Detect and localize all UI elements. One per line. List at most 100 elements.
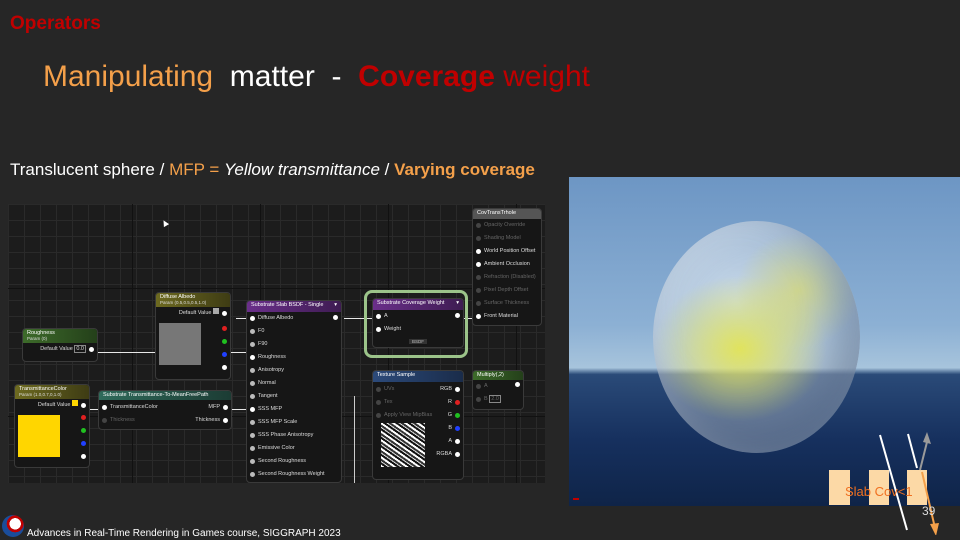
pin-world-position-offset[interactable]: World Position Offset [473,245,541,258]
pin-thickness-out[interactable]: Thickness [171,414,231,427]
node-header: Diffuse Albedo Param (0.5,0.5,0.5,1.0) [156,293,230,307]
arrowhead-orange [930,523,939,535]
pin-rgba[interactable]: RGBA [433,448,463,461]
pin-shading-model[interactable]: Shading Model [473,232,541,245]
node-slab-bsdf[interactable]: Substrate Slab BSDF - Single ▾ Diffuse A… [246,300,342,483]
title-dash: - [331,60,342,93]
node-coverage-weight[interactable]: Substrate Coverage Weight ▾ A Weight BSD… [372,298,464,348]
node-outputs: RGB R G B A RGBA [433,383,463,461]
node-header: Multiply(,2) [473,371,523,380]
pin-b[interactable]: B 2.0 [473,393,523,406]
pin-label: Default Value [37,402,71,408]
node-inputs: TransmittanceColor Thickness [99,401,169,427]
pin-normal[interactable]: Normal [247,377,341,390]
pin-f90[interactable]: F90 [247,338,341,351]
pin-tangent[interactable]: Tangent [247,390,341,403]
node-title: CovTransTrhole [477,210,517,216]
pin-sss-mfp[interactable]: SSS MFP [247,403,341,416]
value-field[interactable]: 2.0 [489,395,501,403]
grid-line [132,204,133,483]
pin-ambient-occlusion[interactable]: Ambient Occlusion [473,258,541,271]
pin-refraction[interactable]: Refraction (Disabled) [473,271,541,284]
mouse-cursor-icon [160,218,170,228]
pin-roughness[interactable]: Roughness [247,351,341,364]
title-word-manipulating: Manipulating [43,60,214,93]
pin-tex[interactable]: Tex [373,396,433,409]
output-pin[interactable] [515,382,520,387]
bsdf-tag: BSDF [409,339,428,344]
node-subtitle: Param (0) [27,336,48,341]
footer-text: Advances in Real-Time Rendering in Games… [27,528,341,539]
page-number: 39 [922,504,936,518]
pin-b[interactable] [78,437,89,450]
node-title: Substrate Slab BSDF - Single [251,302,324,308]
translucent-sphere [653,221,860,453]
grid-line [8,288,545,289]
pin-a[interactable]: A [433,435,463,448]
pin-r[interactable]: R [433,396,463,409]
node-material-output[interactable]: CovTransTrhole Opacity Override Shading … [472,208,542,326]
slab-coverage-label: Slab Cov<1 [845,484,913,499]
pin-surface-thickness[interactable]: Surface Thickness [473,297,541,310]
subtitle-part-a: Translucent sphere / [10,160,170,179]
node-title: Texture Sample [377,372,416,378]
color-swatch[interactable] [72,400,78,406]
pin-sss-mfp-scale[interactable]: SSS MFP Scale [247,416,341,429]
title-word-matter: matter [229,60,315,93]
pin-a[interactable] [78,450,89,463]
node-pin[interactable]: Default Value 0.0 [23,343,97,356]
pin-sss-phase-anisotropy[interactable]: SSS Phase Anisotropy [247,429,341,442]
pin-label: Default Value [178,310,212,316]
pin-mfp-out[interactable]: MFP [171,401,231,414]
node-header: Substrate Transmittance-To-MeanFreePath [99,391,231,400]
node-title: Substrate Coverage Weight [377,300,445,306]
color-swatch[interactable] [213,308,219,314]
pin-front-material[interactable]: Front Material [473,310,541,323]
node-header: TransmittanceColor Param (1.0,0.7,0,1.0) [15,385,89,399]
pin-opacity-override[interactable]: Opacity Override [473,219,541,232]
pin-b[interactable] [219,348,230,361]
node-multiply[interactable]: Multiply(,2) A B 2.0 [472,370,524,410]
siggraph-logo-icon [2,515,24,537]
pin-uvs[interactable]: UVs [373,383,433,396]
pin-diffuse-albedo[interactable]: Diffuse Albedo [247,312,341,325]
pin-emissive-color[interactable]: Emissive Color [247,442,341,455]
pin-transmittance-color[interactable]: TransmittanceColor [99,401,169,414]
node-transmittance-color[interactable]: TransmittanceColor Param (1.0,0.7,0,1.0)… [14,384,90,468]
node-header: Substrate Coverage Weight ▾ [373,299,463,310]
material-node-graph[interactable]: Roughness Param (0) Default Value 0.0 Di… [8,204,545,483]
pin-second-roughness[interactable]: Second Roughness [247,455,341,468]
node-pin[interactable]: Default Value [156,307,230,320]
output-pin[interactable] [455,313,460,318]
pin-b[interactable]: B [433,422,463,435]
pin-anisotropy[interactable]: Anisotropy [247,364,341,377]
pin-pixel-depth-offset[interactable]: Pixel Depth Offset [473,284,541,297]
value-field[interactable]: 0.0 [74,345,86,353]
axis-indicator [573,498,579,500]
node-roughness[interactable]: Roughness Param (0) Default Value 0.0 [22,328,98,362]
pin-a[interactable] [219,361,230,374]
subtitle-part-b: MFP = [169,160,225,179]
pin-f0[interactable]: F0 [247,325,341,338]
node-texture-sample[interactable]: Texture Sample UVs Tex Apply View MipBia… [372,370,464,480]
node-subtitle: Param (0.5,0.5,0.5,1.0) [160,300,207,305]
pin-g[interactable] [219,335,230,348]
pin-weight[interactable]: Weight [373,323,463,336]
pin-g[interactable] [78,424,89,437]
pin-g[interactable]: G [433,409,463,422]
pin-r[interactable] [219,322,230,335]
node-diffuse-albedo[interactable]: Diffuse Albedo Param (0.5,0.5,0.5,1.0) D… [155,292,231,380]
pin-rgb[interactable]: RGB [433,383,463,396]
wire [354,396,355,483]
pin-r[interactable] [78,411,89,424]
node-transmittance-to-mfp[interactable]: Substrate Transmittance-To-MeanFreePath … [98,390,232,430]
pin-a[interactable]: A [373,310,463,323]
node-inputs: UVs Tex Apply View MipBias [373,383,433,422]
chevron-down-icon[interactable]: ▾ [456,300,459,306]
pin-thickness[interactable]: Thickness [99,414,169,427]
pin-apply-view-mipbias[interactable]: Apply View MipBias [373,409,433,422]
chevron-down-icon[interactable]: ▾ [334,302,337,308]
pin-second-roughness-weight[interactable]: Second Roughness Weight [247,468,341,481]
output-pin[interactable] [333,315,338,320]
node-outputs: MFP Thickness [171,401,231,427]
